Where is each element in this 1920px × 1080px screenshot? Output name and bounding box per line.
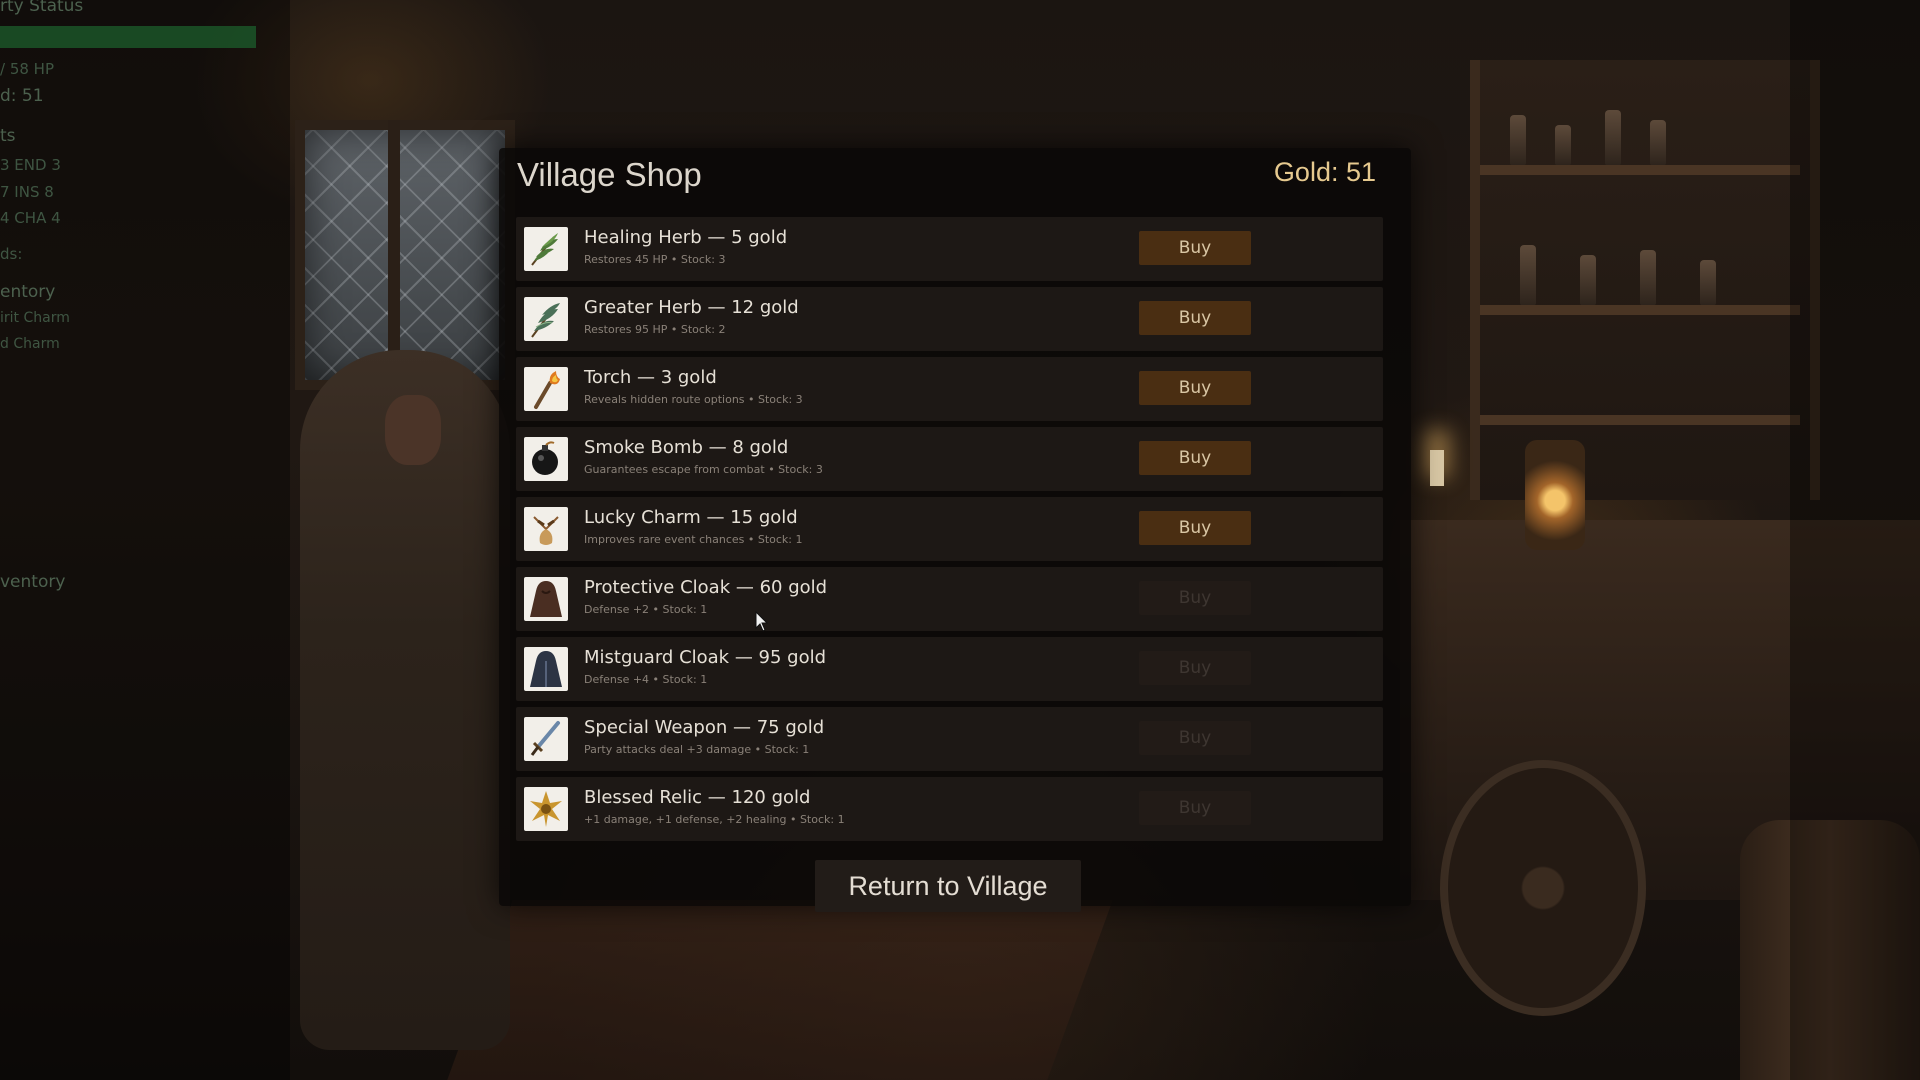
background-bottle (1510, 115, 1526, 165)
bonds-label: ds: (0, 245, 23, 263)
party-status-heading: rty Status (0, 0, 84, 16)
background-shield (1440, 760, 1646, 1016)
background-rug (447, 900, 1113, 1080)
shop-item-row: Lucky Charm — 15 gold Improves rare even… (516, 497, 1383, 561)
item-description: Guarantees escape from combat • Stock: 3 (584, 463, 823, 476)
buy-mistguard-cloak-button[interactable]: Buy (1139, 651, 1251, 685)
shopkeeper-face (385, 395, 441, 465)
buy-special-weapon-button[interactable]: Buy (1139, 721, 1251, 755)
item-description: Improves rare event chances • Stock: 1 (584, 533, 803, 546)
background-bottle (1640, 250, 1656, 305)
cloak-icon (524, 577, 568, 621)
shop-item-row: Blessed Relic — 120 gold +1 damage, +1 d… (516, 777, 1383, 841)
stat-row: 7 INS 8 (0, 183, 54, 201)
greater-herb-icon (524, 297, 568, 341)
item-description: Restores 45 HP • Stock: 3 (584, 253, 726, 266)
shop-item-row: Special Weapon — 75 gold Party attacks d… (516, 707, 1383, 771)
shop-item-row: Greater Herb — 12 gold Restores 95 HP • … (516, 287, 1383, 351)
background-bottle (1700, 260, 1716, 305)
buy-lucky-charm-button[interactable]: Buy (1139, 511, 1251, 545)
item-description: +1 damage, +1 defense, +2 healing • Stoc… (584, 813, 845, 826)
buy-blessed-relic-button[interactable]: Buy (1139, 791, 1251, 825)
background-candle (1430, 450, 1444, 486)
herb-icon (524, 227, 568, 271)
background-bottle (1650, 120, 1666, 165)
background-shelf (1480, 415, 1800, 425)
item-name: Special Weapon — 75 gold (584, 717, 825, 738)
torch-icon (524, 367, 568, 411)
item-name: Healing Herb — 5 gold (584, 227, 788, 248)
stat-row: 4 CHA 4 (0, 209, 61, 227)
mist-cloak-icon (524, 647, 568, 691)
gold-counter: Gold: 51 (1273, 157, 1376, 187)
background-shelf (1480, 165, 1800, 175)
stats-heading: ts (0, 126, 16, 146)
hp-bar (0, 26, 256, 48)
inventory-heading: entory (0, 282, 56, 302)
shop-item-list: Healing Herb — 5 gold Restores 45 HP • S… (516, 217, 1383, 847)
shop-item-row: Smoke Bomb — 8 gold Guarantees escape fr… (516, 427, 1383, 491)
background-shade-right (1790, 0, 1920, 1080)
background-bottle (1520, 245, 1536, 305)
item-description: Reveals hidden route options • Stock: 3 (584, 393, 803, 406)
item-name: Lucky Charm — 15 gold (584, 507, 798, 528)
background-bottle (1555, 125, 1571, 165)
item-description: Restores 95 HP • Stock: 2 (584, 323, 726, 336)
buy-smoke-bomb-button[interactable]: Buy (1139, 441, 1251, 475)
buy-protective-cloak-button[interactable]: Buy (1139, 581, 1251, 615)
item-name: Torch — 3 gold (584, 367, 717, 388)
shop-item-row: Protective Cloak — 60 gold Defense +2 • … (516, 567, 1383, 631)
buy-torch-button[interactable]: Buy (1139, 371, 1251, 405)
inventory-item: d Charm (0, 336, 60, 352)
background-bottle (1605, 110, 1621, 165)
item-name: Blessed Relic — 120 gold (584, 787, 811, 808)
buy-healing-herb-button[interactable]: Buy (1139, 231, 1251, 265)
party-gold-text: d: 51 (0, 86, 44, 106)
inventory-heading-secondary: ventory (0, 572, 66, 592)
item-name: Greater Herb — 12 gold (584, 297, 799, 318)
mouse-cursor-icon (755, 611, 769, 632)
item-name: Protective Cloak — 60 gold (584, 577, 828, 598)
bomb-icon (524, 437, 568, 481)
charm-icon (524, 507, 568, 551)
buy-greater-herb-button[interactable]: Buy (1139, 301, 1251, 335)
relic-icon (524, 787, 568, 831)
shop-title: Village Shop (517, 156, 702, 193)
inventory-item: irit Charm (0, 310, 70, 326)
background-lantern (1525, 440, 1585, 550)
shop-item-row: Mistguard Cloak — 95 gold Defense +4 • S… (516, 637, 1383, 701)
sword-icon (524, 717, 568, 761)
item-name: Mistguard Cloak — 95 gold (584, 647, 827, 668)
stat-row: 3 END 3 (0, 156, 61, 174)
item-description: Defense +4 • Stock: 1 (584, 673, 708, 686)
item-name: Smoke Bomb — 8 gold (584, 437, 789, 458)
item-description: Defense +2 • Stock: 1 (584, 603, 708, 616)
background-shelf (1480, 305, 1800, 315)
item-description: Party attacks deal +3 damage • Stock: 1 (584, 743, 810, 756)
return-to-village-button[interactable]: Return to Village (815, 860, 1081, 912)
shop-item-row: Torch — 3 gold Reveals hidden route opti… (516, 357, 1383, 421)
shop-dialog: Village Shop Gold: 51 Healing Herb — 5 g… (499, 148, 1411, 912)
shop-item-row: Healing Herb — 5 gold Restores 45 HP • S… (516, 217, 1383, 281)
hp-text: / 58 HP (0, 60, 55, 78)
background-bottle (1580, 255, 1596, 305)
